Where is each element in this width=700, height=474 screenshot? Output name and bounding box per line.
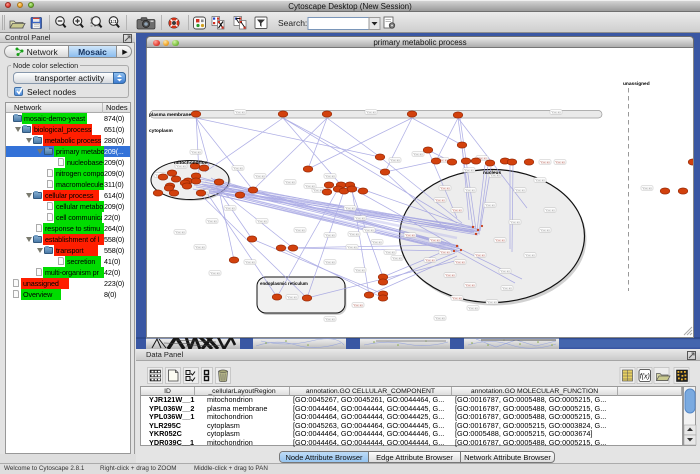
svg-text:endoplasmic reticulum: endoplasmic reticulum — [260, 281, 308, 286]
svg-text:Yxx-xx: Yxx-xx — [495, 238, 505, 242]
svg-text:Yxx-xx: Yxx-xx — [210, 271, 220, 275]
svg-text:Yxx-xx: Yxx-xx — [366, 110, 376, 114]
svg-text:cytoplasm: cytoplasm — [149, 128, 173, 134]
svg-text:Yxx-xx: Yxx-xx — [345, 206, 355, 210]
svg-text:Yxx-xx: Yxx-xx — [440, 186, 450, 190]
svg-text:Yxx-xx: Yxx-xx — [364, 228, 374, 232]
svg-text:Yxx-xx: Yxx-xx — [347, 245, 357, 249]
svg-text:Yxx-xx: Yxx-xx — [540, 160, 550, 164]
svg-text:Yxx-xx: Yxx-xx — [255, 174, 265, 178]
svg-text:Search:: Search: — [278, 18, 307, 28]
svg-text:Yxx-xx: Yxx-xx — [551, 110, 561, 114]
svg-text:Yxx-xx: Yxx-xx — [440, 250, 450, 254]
svg-text:Yxx-xx: Yxx-xx — [175, 230, 185, 234]
svg-text:Yxx-xx: Yxx-xx — [233, 166, 243, 170]
svg-text:Yxx-xx: Yxx-xx — [445, 273, 455, 277]
svg-text:f(x): f(x) — [640, 374, 650, 381]
svg-text:Yxx-xx: Yxx-xx — [349, 232, 359, 236]
svg-text:Yxx-xx: Yxx-xx — [413, 152, 423, 156]
svg-text:Yxx-xx: Yxx-xx — [468, 306, 478, 310]
svg-text:Yxx-xx: Yxx-xx — [313, 188, 323, 192]
svg-text:Yxx-xx: Yxx-xx — [455, 260, 465, 264]
svg-text:Yxx-xx: Yxx-xx — [510, 220, 520, 224]
svg-text:Yxx-xx: Yxx-xx — [353, 303, 363, 307]
svg-text:plasma membrane: plasma membrane — [149, 112, 191, 118]
svg-text:1:1: 1:1 — [110, 19, 117, 24]
svg-text:Yxx-xx: Yxx-xx — [195, 245, 205, 249]
svg-text:Yxx-xx: Yxx-xx — [325, 233, 335, 237]
svg-text:Yxx-xx: Yxx-xx — [545, 208, 555, 212]
svg-text:Yxx-xx: Yxx-xx — [405, 233, 415, 237]
svg-text:Yxx-xx: Yxx-xx — [475, 253, 485, 257]
svg-text:Yxx-xx: Yxx-xx — [372, 240, 382, 244]
svg-text:Yxx-xx: Yxx-xx — [355, 268, 365, 272]
svg-text:Yxx-xx: Yxx-xx — [487, 300, 497, 304]
svg-text:Yxx-xx: Yxx-xx — [325, 260, 335, 264]
svg-text:Yxx-xx: Yxx-xx — [355, 216, 365, 220]
svg-text:Yxx-xx: Yxx-xx — [225, 206, 235, 210]
svg-text:Yxx-xx: Yxx-xx — [390, 158, 400, 162]
svg-text:Yxx-xx: Yxx-xx — [425, 258, 435, 262]
svg-text:unassigned: unassigned — [623, 81, 650, 87]
svg-text:Yxx-xx: Yxx-xx — [285, 180, 295, 184]
svg-text:Yxx-xx: Yxx-xx — [642, 186, 652, 190]
svg-text:Yxx-xx: Yxx-xx — [465, 188, 475, 192]
svg-text:Yxx-xx: Yxx-xx — [515, 188, 525, 192]
svg-text:Yxx-xx: Yxx-xx — [502, 286, 512, 290]
svg-text:Yxx-xx: Yxx-xx — [435, 198, 445, 202]
svg-text:nucleus: nucleus — [483, 170, 501, 176]
svg-text:Yxx-xx: Yxx-xx — [452, 208, 462, 212]
svg-text:Yxx-xx: Yxx-xx — [555, 160, 565, 164]
svg-text:Yxx-xx: Yxx-xx — [485, 203, 495, 207]
svg-text:Yxx-xx: Yxx-xx — [452, 296, 462, 300]
svg-text:Yxx-xx: Yxx-xx — [435, 316, 445, 320]
svg-text:Yxx-xx: Yxx-xx — [287, 295, 297, 299]
svg-text:Yxx-xx: Yxx-xx — [305, 184, 315, 188]
svg-text:Yxx-xx: Yxx-xx — [465, 283, 475, 287]
svg-text:Yxx-xx: Yxx-xx — [191, 150, 201, 154]
svg-text:Yxx-xx: Yxx-xx — [500, 269, 510, 273]
svg-text:Yxx-xx: Yxx-xx — [325, 174, 335, 178]
svg-text:Yxx-xx: Yxx-xx — [525, 253, 535, 257]
svg-text:Yxx-xx: Yxx-xx — [207, 219, 217, 223]
svg-text:Yxx-xx: Yxx-xx — [257, 219, 267, 223]
svg-text:Yxx-xx: Yxx-xx — [430, 238, 440, 242]
svg-text:Yxx-xx: Yxx-xx — [535, 178, 545, 182]
svg-text:Yxx-xx: Yxx-xx — [245, 260, 255, 264]
svg-text:Yxx-xx: Yxx-xx — [392, 256, 402, 260]
svg-text:Yxx-xx: Yxx-xx — [325, 317, 335, 321]
svg-text:Yxx-xx: Yxx-xx — [464, 168, 474, 172]
svg-text:Yxx-xx: Yxx-xx — [235, 110, 245, 114]
svg-text:Yxx-xx: Yxx-xx — [540, 228, 550, 232]
svg-text:Yxx-xx: Yxx-xx — [295, 228, 305, 232]
svg-text:Yxx-xx: Yxx-xx — [385, 250, 395, 254]
svg-text:mitochondrion: mitochondrion — [174, 160, 208, 166]
